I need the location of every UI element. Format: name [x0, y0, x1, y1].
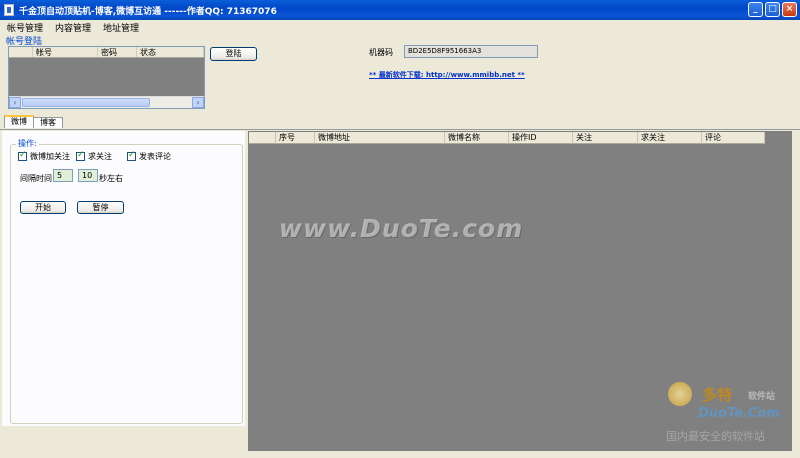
- operations-legend: 操作:: [16, 138, 39, 149]
- machine-code-field[interactable]: BD2E5D8F951663A3: [404, 45, 538, 58]
- scroll-thumb[interactable]: [22, 98, 150, 107]
- column-header-account[interactable]: 帐号: [33, 47, 98, 57]
- menu-content[interactable]: 内容管理: [48, 21, 96, 34]
- interval-max-input[interactable]: 10: [78, 169, 98, 182]
- column-header-comment[interactable]: 评论: [702, 132, 765, 144]
- checkbox-follow-box[interactable]: [18, 150, 27, 161]
- watermark-text: www.DuoTe.com: [279, 214, 524, 243]
- account-table[interactable]: 帐号 密码 状态 ‹ ›: [8, 46, 205, 109]
- machine-code-label: 机器码: [369, 48, 393, 57]
- logo-name: 多特: [702, 386, 733, 404]
- logo-sub: 软件站: [748, 392, 776, 402]
- checkbox-follow[interactable]: 微博加关注: [18, 150, 70, 162]
- logo-slogan: 国内最安全的软件站: [666, 430, 765, 443]
- menu-account[interactable]: 帐号管理: [0, 21, 48, 34]
- tab-divider: [0, 129, 800, 130]
- scroll-right-icon[interactable]: ›: [192, 97, 204, 108]
- site-logo: 多特 软件站 DuoTe.Com 国内最安全的软件站: [662, 380, 792, 446]
- title-bar: 千金顶自动顶贴机-博客,微博互访通 ------作者QQ: 71367076 _…: [0, 0, 800, 20]
- horizontal-scrollbar[interactable]: ‹ ›: [9, 96, 204, 108]
- window-title: 千金顶自动顶贴机-博客,微博互访通 ------作者QQ: 71367076: [19, 6, 277, 17]
- scroll-left-icon[interactable]: ‹: [9, 97, 21, 108]
- menu-address[interactable]: 地址管理: [96, 21, 144, 34]
- login-button[interactable]: 登陆: [210, 47, 257, 61]
- close-button[interactable]: ×: [782, 2, 797, 17]
- start-button[interactable]: 开始: [20, 201, 66, 214]
- checkbox-follow-label: 微博加关注: [30, 152, 70, 161]
- app-icon: [4, 4, 14, 16]
- tab-weibo[interactable]: 微博: [4, 115, 34, 128]
- checkbox-comment-box[interactable]: [127, 150, 136, 161]
- download-link[interactable]: ** 最新软件下载: http://www.mmibb.net **: [369, 70, 525, 80]
- operations-group: [10, 144, 243, 424]
- column-header-status[interactable]: 状态: [137, 47, 204, 57]
- grid-row-header: [249, 132, 276, 144]
- logo-domain: DuoTe.Com: [698, 406, 780, 421]
- column-header-follow[interactable]: 关注: [573, 132, 638, 144]
- column-header-operation-id[interactable]: 操作ID: [509, 132, 573, 144]
- mascot-icon: [668, 382, 692, 406]
- column-header-weibo-url[interactable]: 微博地址: [315, 132, 445, 144]
- interval-min-input[interactable]: 5: [53, 169, 73, 182]
- checkbox-comment-label: 发表评论: [139, 152, 171, 161]
- column-header-request-follow[interactable]: 求关注: [638, 132, 702, 144]
- minimize-button[interactable]: _: [748, 2, 763, 17]
- checkbox-request-follow-box[interactable]: [76, 150, 85, 161]
- results-grid-header: 序号 微博地址 微博名称 操作ID 关注 求关注 评论: [249, 132, 765, 144]
- column-header-index[interactable]: 序号: [276, 132, 315, 144]
- checkbox-request-follow-label: 求关注: [88, 152, 112, 161]
- column-header-weibo-name[interactable]: 微博名称: [445, 132, 509, 144]
- row-header-cell: [9, 47, 33, 57]
- pause-button[interactable]: 暂停: [77, 201, 124, 214]
- window-controls: _ □ ×: [748, 2, 797, 17]
- interval-unit-label: 秒左右: [99, 174, 123, 183]
- checkbox-comment[interactable]: 发表评论: [127, 150, 171, 162]
- interval-label: 间隔时间: [20, 174, 52, 183]
- column-header-password[interactable]: 密码: [98, 47, 137, 57]
- menu-bar: 帐号管理 内容管理 地址管理: [0, 20, 800, 34]
- checkbox-request-follow[interactable]: 求关注: [76, 150, 112, 162]
- account-table-header: 帐号 密码 状态: [9, 47, 204, 58]
- maximize-button[interactable]: □: [765, 2, 780, 17]
- tab-strip: 微博 博客: [4, 115, 63, 129]
- tab-blog[interactable]: 博客: [33, 117, 63, 128]
